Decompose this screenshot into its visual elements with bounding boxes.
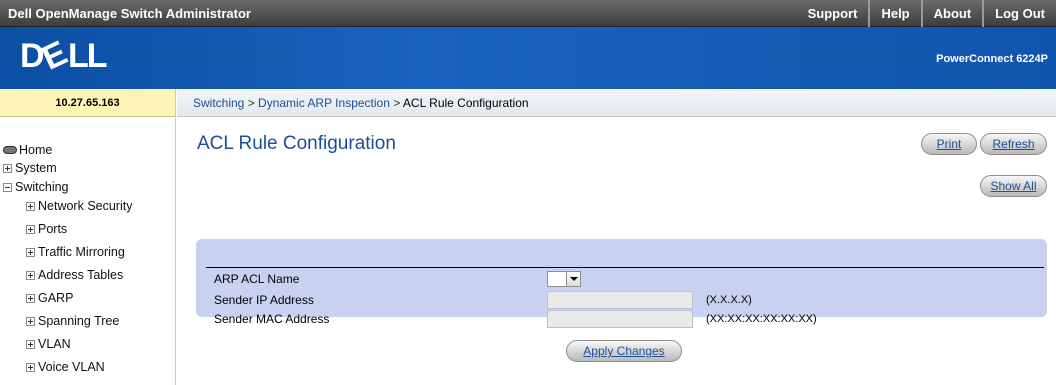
model-name: PowerConnect 6224P — [936, 53, 1048, 65]
app-title: Dell OpenManage Switch Administrator — [8, 6, 251, 21]
collapse-minus-icon[interactable] — [3, 182, 12, 192]
expand-plus-icon[interactable] — [26, 293, 35, 303]
expand-plus-icon[interactable] — [26, 316, 35, 326]
sender-mac-address-input[interactable] — [547, 310, 693, 328]
expand-plus-icon[interactable] — [26, 270, 35, 280]
breadcrumb-current-page: ACL Rule Configuration — [402, 96, 529, 110]
sidebar-item-label: Spanning Tree — [38, 314, 120, 328]
show-all-button[interactable]: Show All — [980, 175, 1047, 197]
sidebar-item-network-security[interactable]: Network Security — [26, 199, 132, 213]
sender-mac-format-hint: (XX:XX:XX:XX:XX:XX) — [706, 313, 817, 325]
top-bar: Dell OpenManage Switch Administrator Sup… — [0, 0, 1056, 27]
chevron-down-icon[interactable] — [566, 272, 580, 286]
sidebar-item-label: System — [15, 161, 57, 175]
expand-plus-icon[interactable] — [26, 224, 35, 234]
breadcrumb: Switching > Dynamic ARP Inspection > ACL… — [177, 89, 1056, 117]
sidebar-item-label: Home — [19, 143, 53, 157]
home-icon — [3, 146, 17, 154]
sidebar-item-system[interactable]: System — [3, 161, 57, 175]
breadcrumb-dynamic-arp-inspection[interactable]: Dynamic ARP Inspection — [258, 96, 390, 110]
sidebar-item-vlan[interactable]: VLAN — [26, 337, 71, 351]
expand-plus-icon[interactable] — [26, 201, 35, 211]
about-link[interactable]: About — [920, 0, 983, 27]
breadcrumb-switching[interactable]: Switching — [193, 96, 244, 110]
arp-acl-name-select[interactable] — [547, 271, 581, 287]
breadcrumb-separator: > — [393, 96, 403, 110]
sender-ip-address-label: Sender IP Address — [214, 293, 314, 307]
sidebar-item-switching[interactable]: Switching — [3, 180, 69, 194]
sidebar-item-traffic-mirroring[interactable]: Traffic Mirroring — [26, 245, 125, 259]
svg-text:LL: LL — [68, 37, 107, 71]
sidebar-nav: Home System Switching Network Security P… — [0, 118, 176, 385]
breadcrumb-separator: > — [247, 96, 259, 110]
sender-ip-address-input[interactable] — [547, 291, 693, 309]
ip-address: 10.27.65.163 — [55, 97, 120, 109]
sidebar-item-spanning-tree[interactable]: Spanning Tree — [26, 314, 119, 328]
ip-address-box: 10.27.65.163 — [0, 89, 176, 117]
support-link[interactable]: Support — [797, 0, 869, 27]
sidebar-item-address-tables[interactable]: Address Tables — [26, 268, 123, 282]
print-button[interactable]: Print — [921, 133, 977, 155]
expand-plus-icon[interactable] — [26, 247, 35, 257]
top-links: Support Help About Log Out — [797, 0, 1056, 27]
sidebar-item-label: GARP — [38, 291, 74, 305]
sidebar-item-label: Ports — [38, 222, 68, 236]
sidebar-item-label: Address Tables — [38, 268, 124, 282]
expand-plus-icon[interactable] — [3, 163, 12, 173]
sidebar-item-label: VLAN — [38, 337, 71, 351]
expand-plus-icon[interactable] — [26, 362, 35, 372]
sidebar-item-label: Network Security — [38, 199, 133, 213]
sender-mac-address-label: Sender MAC Address — [214, 312, 330, 326]
sidebar-item-garp[interactable]: GARP — [26, 291, 73, 305]
divider — [206, 267, 1044, 268]
sidebar-item-label: Voice VLAN — [38, 360, 105, 374]
header-banner: D E LL PowerConnect 6224P — [0, 27, 1056, 89]
sidebar-item-home[interactable]: Home — [3, 143, 52, 157]
refresh-button[interactable]: Refresh — [980, 133, 1047, 155]
help-link[interactable]: Help — [868, 0, 920, 27]
sidebar-item-label: Traffic Mirroring — [38, 245, 125, 259]
dell-logo: D E LL — [20, 37, 109, 71]
sidebar-item-label: Switching — [15, 180, 69, 194]
logout-link[interactable]: Log Out — [982, 0, 1056, 27]
sidebar-item-ports[interactable]: Ports — [26, 222, 67, 236]
arp-acl-name-label: ARP ACL Name — [214, 272, 300, 286]
page-title: ACL Rule Configuration — [197, 133, 396, 154]
sidebar-item-voice-vlan[interactable]: Voice VLAN — [26, 360, 105, 374]
apply-changes-button[interactable]: Apply Changes — [566, 340, 682, 362]
sender-ip-format-hint: (X.X.X.X) — [706, 294, 752, 306]
expand-plus-icon[interactable] — [26, 339, 35, 349]
